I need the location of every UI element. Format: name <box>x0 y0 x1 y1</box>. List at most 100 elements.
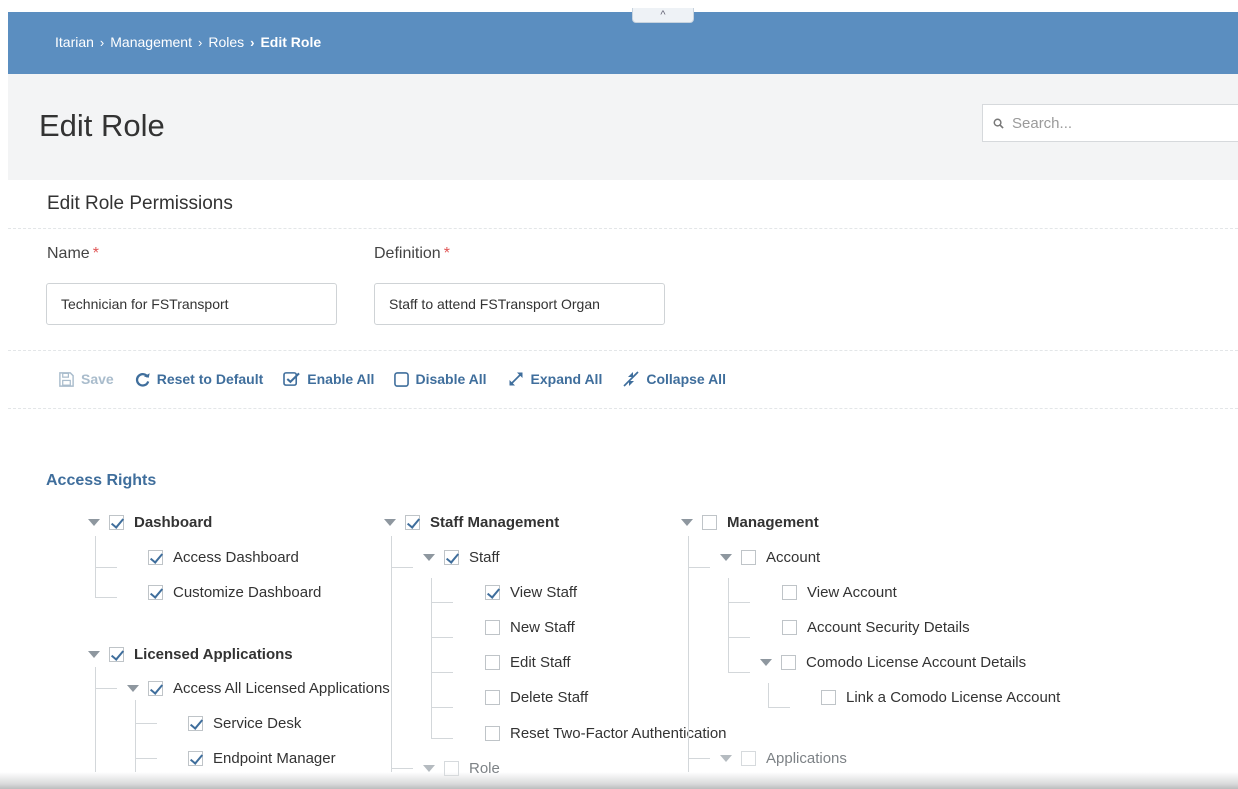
expand-triangle-icon[interactable] <box>88 650 100 658</box>
tree-node-edit-staff[interactable]: Edit Staff <box>485 652 571 672</box>
tree-node-service-desk[interactable]: Service Desk <box>188 713 301 733</box>
checkbox-edit-staff[interactable] <box>485 654 500 670</box>
checkbox-link-comodo[interactable] <box>821 689 836 705</box>
search-icon <box>993 118 1004 129</box>
checkbox-staff[interactable] <box>444 549 459 565</box>
tree-node-licensed-applications[interactable]: Licensed Applications <box>88 644 293 664</box>
expand-triangle-icon[interactable] <box>720 553 732 561</box>
checkbox-account[interactable] <box>741 549 756 565</box>
tree-node-account-security[interactable]: Account Security Details <box>782 617 970 637</box>
search-input[interactable] <box>1010 113 1214 133</box>
expand-all-label: Expand All <box>530 371 603 387</box>
name-field[interactable] <box>46 283 337 325</box>
expand-triangle-icon[interactable] <box>423 764 435 772</box>
tree-connector <box>431 637 453 638</box>
checkbox-service-desk[interactable] <box>188 715 203 731</box>
enable-all-button[interactable]: Enable All <box>283 371 374 387</box>
tree-connector <box>728 672 750 673</box>
tree-node-staff[interactable]: Staff <box>423 547 500 567</box>
checkbox-account-security[interactable] <box>782 619 797 635</box>
collapse-arrows-icon <box>623 371 639 387</box>
tree-node-delete-staff[interactable]: Delete Staff <box>485 687 588 707</box>
tree-connector <box>728 578 729 673</box>
tree-node-customize-dashboard[interactable]: Customize Dashboard <box>148 582 321 602</box>
checkbox-delete-staff[interactable] <box>485 689 500 705</box>
enable-all-label: Enable All <box>307 371 375 387</box>
reset-to-default-button[interactable]: Reset to Default <box>134 371 263 388</box>
checkbox-access-all-licensed[interactable] <box>148 680 163 696</box>
empty-box-icon <box>394 371 410 387</box>
breadcrumb-separator: › <box>99 34 105 50</box>
expand-triangle-icon[interactable] <box>88 518 100 526</box>
page-header: Edit Role <box>8 74 1238 180</box>
checkbox-staff-management[interactable] <box>405 514 420 530</box>
tree-node-view-staff[interactable]: View Staff <box>485 582 577 602</box>
expand-triangle-icon[interactable] <box>127 684 139 692</box>
tree-node-dashboard[interactable]: Dashboard <box>88 512 212 532</box>
disable-all-label: Disable All <box>415 371 487 387</box>
access-rights-title: Access Rights <box>46 472 157 489</box>
tree-connector <box>95 597 117 598</box>
tree-connector <box>135 723 157 724</box>
tree-node-endpoint-manager[interactable]: Endpoint Manager <box>188 748 336 768</box>
tree-node-reset-2fa[interactable]: Reset Two-Factor Authentication <box>485 723 727 743</box>
checkbox-view-staff[interactable] <box>485 584 500 600</box>
definition-field[interactable] <box>374 283 665 325</box>
checkbox-access-dashboard[interactable] <box>148 549 163 565</box>
tree-connector <box>431 707 453 708</box>
checkbox-applications[interactable] <box>741 750 756 766</box>
checkbox-licensed-applications[interactable] <box>109 646 124 662</box>
tree-connector <box>391 536 392 772</box>
divider <box>8 408 1238 409</box>
refresh-icon <box>135 372 150 387</box>
collapse-all-label: Collapse All <box>646 371 726 387</box>
tree-node-access-all-licensed[interactable]: Access All Licensed Applications <box>127 678 390 698</box>
breadcrumb-item-management[interactable]: Management <box>110 34 192 50</box>
expand-triangle-icon[interactable] <box>384 518 396 526</box>
tree-node-comodo-license[interactable]: Comodo License Account Details <box>760 652 1026 672</box>
save-label: Save <box>81 371 114 387</box>
checkbox-reset-2fa[interactable] <box>485 725 500 741</box>
tree-connector <box>768 707 790 708</box>
top-bar: ^ Itarian › Management › Roles › Edit Ro… <box>8 8 1238 74</box>
expand-triangle-icon[interactable] <box>681 518 693 526</box>
checkbox-management[interactable] <box>702 514 717 530</box>
tree-node-staff-management[interactable]: Staff Management <box>384 512 559 532</box>
breadcrumb-item-roles[interactable]: Roles <box>208 34 244 50</box>
save-button[interactable]: Save <box>58 371 114 388</box>
tree-node-management[interactable]: Management <box>681 512 819 532</box>
expand-triangle-icon[interactable] <box>760 658 772 666</box>
tree-connector <box>391 768 413 769</box>
tree-connector <box>95 688 117 689</box>
expand-triangle-icon[interactable] <box>720 754 732 762</box>
tree-connector <box>431 738 453 739</box>
tree-node-applications[interactable]: Applications <box>720 748 847 768</box>
tree-node-account[interactable]: Account <box>720 547 820 567</box>
tree-connector <box>95 567 117 568</box>
collapse-all-button[interactable]: Collapse All <box>622 370 726 388</box>
tree-node-link-comodo[interactable]: Link a Comodo License Account <box>821 687 1060 707</box>
toolbar: Save Reset to Default Enable All Disable… <box>58 370 726 388</box>
tree-node-access-dashboard[interactable]: Access Dashboard <box>148 547 299 567</box>
search-box[interactable] <box>982 104 1238 142</box>
collapse-header-tab[interactable]: ^ <box>632 8 694 23</box>
disable-all-button[interactable]: Disable All <box>394 371 487 387</box>
name-label: Name * <box>47 245 99 262</box>
tree-node-new-staff[interactable]: New Staff <box>485 617 575 637</box>
breadcrumb-item-itarian[interactable]: Itarian <box>55 34 94 50</box>
breadcrumb: Itarian › Management › Roles › Edit Role <box>55 34 321 50</box>
tree-connector <box>688 758 710 759</box>
checkbox-customize-dashboard[interactable] <box>148 584 163 600</box>
breadcrumb-separator: › <box>197 34 203 50</box>
tree-connector <box>431 672 453 673</box>
tree-node-view-account[interactable]: View Account <box>782 582 897 602</box>
expand-triangle-icon[interactable] <box>423 553 435 561</box>
checkbox-endpoint-manager[interactable] <box>188 750 203 766</box>
checkbox-new-staff[interactable] <box>485 619 500 635</box>
checkbox-dashboard[interactable] <box>109 514 124 530</box>
checkbox-view-account[interactable] <box>782 584 797 600</box>
definition-label: Definition * <box>374 245 450 262</box>
checkbox-comodo-license[interactable] <box>781 654 796 670</box>
expand-all-button[interactable]: Expand All <box>507 370 603 388</box>
tree-connector <box>135 758 157 759</box>
